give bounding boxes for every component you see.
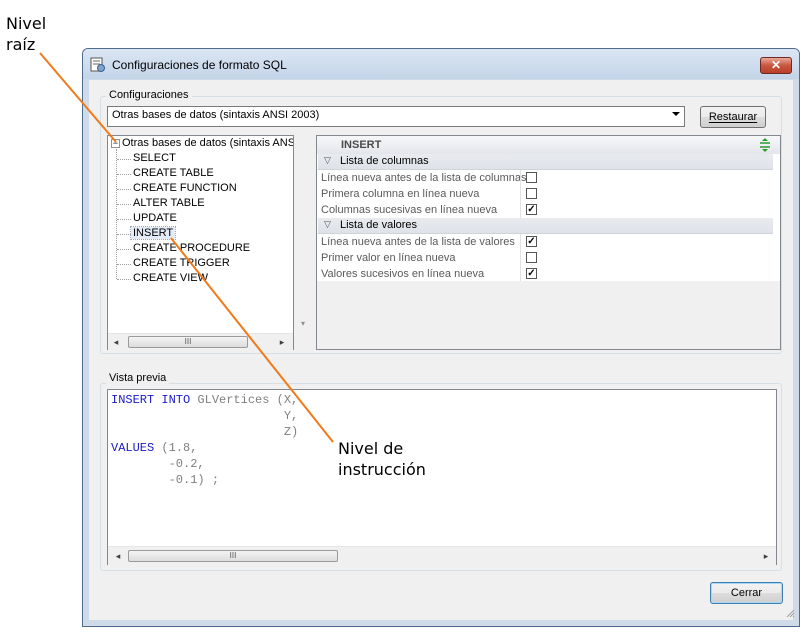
property-grid-title: INSERT [341,139,382,151]
window-title: Configuraciones de formato SQL [112,58,287,72]
property-row: Línea nueva antes de la lista de columna… [318,170,773,187]
column-divider[interactable] [520,202,521,218]
property-label: Línea nueva antes de la lista de columna… [321,172,527,184]
property-row: Columnas sucesivas en línea nueva ✓ [318,202,773,219]
property-label: Valores sucesivos en línea nueva [321,268,485,280]
scroll-right-icon[interactable]: ▸ [758,548,774,564]
sql-preview-code: INSERT INTO GLVertices (X, Y, Z) VALUES (… [111,392,298,488]
property-checkbox[interactable] [526,188,537,199]
tree-item[interactable]: SELECT [133,152,176,164]
property-label: Primer valor en línea nueva [321,252,456,264]
restore-button-label: Restaurar [708,111,758,123]
tree-item[interactable]: CREATE VIEW [133,272,208,284]
column-divider[interactable] [520,170,521,186]
property-category-label: Lista de columnas [340,155,429,167]
scroll-left-icon[interactable]: ◂ [108,334,124,350]
config-group-label: Configuraciones [106,89,192,101]
property-label: Primera columna en línea nueva [321,188,480,200]
property-checkbox[interactable]: ✓ [526,204,537,215]
column-divider[interactable] [520,266,521,282]
tree-item[interactable]: ALTER TABLE [133,197,205,209]
column-divider[interactable] [520,234,521,250]
tree-connector [117,264,131,265]
property-row: Línea nueva antes de la lista de valores… [318,234,773,251]
property-category-label: Lista de valores [340,219,418,231]
scroll-right-icon[interactable]: ▸ [274,334,290,350]
preview-group-label: Vista previa [106,372,170,384]
callout-statement-level: Nivel de instrucción [336,438,428,480]
callout-root-level: Nivel raíz [6,14,47,54]
code-line: Z) [111,425,299,439]
code-line: VALUES (1.8, [111,441,198,455]
column-divider[interactable] [520,250,521,266]
property-label: Línea nueva antes de la lista de valores [321,236,515,248]
tree-item[interactable]: CREATE FUNCTION [133,182,237,194]
tree-expander[interactable]: − [111,139,120,148]
code-line: -0.1) ; [111,473,220,487]
property-row: Primera columna en línea nueva [318,186,773,203]
resize-grip-icon[interactable] [785,608,795,618]
close-button[interactable]: Cerrar [710,582,783,604]
tree-connector [117,189,131,190]
code-line: Y, [111,409,299,423]
property-checkbox[interactable] [526,252,537,263]
property-checkbox[interactable]: ✓ [526,236,537,247]
collapse-triangle-icon[interactable]: ▽ [324,219,331,230]
property-label: Columnas sucesivas en línea nueva [321,204,498,216]
close-window-button[interactable]: ✕ [760,57,792,74]
property-grid-empty [317,281,780,349]
restore-button[interactable]: Restaurar [700,106,766,128]
tree-connector [117,159,131,160]
tree-connector [117,249,131,250]
tree-scroll-thumb[interactable]: III [128,336,248,348]
code-line: -0.2, [111,457,205,471]
close-button-label: Cerrar [730,587,763,599]
property-checkbox[interactable]: ✓ [526,268,537,279]
tree-connector [117,219,131,220]
scroll-down-icon[interactable]: ▾ [295,316,311,332]
sql-format-app-icon [90,57,105,72]
property-grid-header-bar [317,136,780,154]
preview-hscrollbar[interactable]: ◂ III ▸ [108,546,776,565]
tree-item[interactable]: CREATE PROCEDURE [133,242,250,254]
chevron-down-icon [672,112,680,116]
tree-item[interactable]: UPDATE [133,212,177,224]
preview-scroll-thumb[interactable]: III [128,550,338,562]
property-category[interactable]: ▽ Lista de valores [318,218,773,234]
tree-item[interactable]: CREATE TABLE [133,167,214,179]
close-icon: ✕ [770,58,782,72]
tree-connector [117,279,131,280]
property-category[interactable]: ▽ Lista de columnas [318,154,773,170]
collapse-triangle-icon[interactable]: ▽ [324,155,331,166]
database-select[interactable]: Otras bases de datos (sintaxis ANSI 2003… [107,106,685,127]
property-checkbox[interactable] [526,172,537,183]
code-line: INSERT INTO GLVertices (X, [111,393,299,407]
scroll-left-icon[interactable]: ◂ [110,548,126,564]
property-row: Primer valor en línea nueva [318,250,773,267]
tree-connector [117,174,131,175]
tree-connector [116,149,117,279]
tree-connector [117,234,131,235]
tree-connector [117,204,131,205]
tree-item[interactable]: INSERT [129,226,177,240]
sort-toggle-icon[interactable] [759,138,771,152]
database-select-value: Otras bases de datos (sintaxis ANSI 2003… [112,109,320,121]
tree-hscrollbar[interactable]: ◂ III ▸ [108,333,293,350]
tree-root[interactable]: Otras bases de datos (sintaxis ANSI 2003… [122,137,293,149]
tree-item[interactable]: CREATE TRIGGER [133,257,230,269]
column-divider[interactable] [520,186,521,202]
